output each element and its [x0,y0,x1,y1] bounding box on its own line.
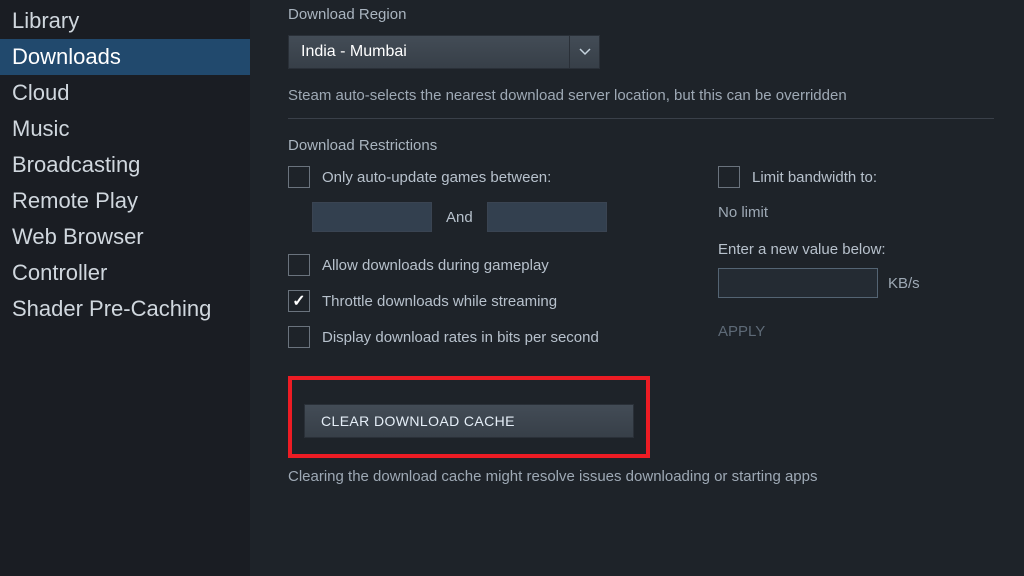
sidebar-item-downloads[interactable]: Downloads [0,39,250,75]
download-region-help: Steam auto-selects the nearest download … [288,87,1024,104]
divider [288,118,994,119]
throttle-streaming-label: Throttle downloads while streaming [322,293,557,310]
download-region-value: India - Mumbai [288,35,570,69]
highlight-annotation: CLEAR DOWNLOAD CACHE [288,376,650,458]
bandwidth-no-limit: No limit [718,204,920,221]
sidebar-item-web-browser[interactable]: Web Browser [0,219,250,255]
limit-bandwidth-label: Limit bandwidth to: [752,169,877,186]
bandwidth-unit: KB/s [888,275,920,292]
auto-update-end-time[interactable] [487,202,607,232]
clear-download-cache-button[interactable]: CLEAR DOWNLOAD CACHE [304,404,634,438]
download-region-dropdown[interactable]: India - Mumbai [288,35,600,69]
throttle-streaming-checkbox[interactable] [288,290,310,312]
bandwidth-input[interactable] [718,268,878,298]
display-bits-checkbox[interactable] [288,326,310,348]
allow-gameplay-label: Allow downloads during gameplay [322,257,549,274]
display-bits-label: Display download rates in bits per secon… [322,329,599,346]
clear-cache-help: Clearing the download cache might resolv… [288,468,1024,485]
apply-button[interactable]: APPLY [718,314,848,348]
auto-update-label: Only auto-update games between: [322,169,551,186]
sidebar-item-controller[interactable]: Controller [0,255,250,291]
allow-gameplay-checkbox[interactable] [288,254,310,276]
sidebar-item-broadcasting[interactable]: Broadcasting [0,147,250,183]
settings-sidebar: Library Downloads Cloud Music Broadcasti… [0,0,250,576]
chevron-down-icon [570,35,600,69]
and-label: And [446,209,473,226]
sidebar-item-library[interactable]: Library [0,3,250,39]
downloads-settings-panel: Download Region India - Mumbai Steam aut… [250,0,1024,576]
download-region-title: Download Region [288,6,1024,23]
download-restrictions-title: Download Restrictions [288,137,1024,154]
enter-value-label: Enter a new value below: [718,241,920,258]
limit-bandwidth-checkbox[interactable] [718,166,740,188]
sidebar-item-cloud[interactable]: Cloud [0,75,250,111]
auto-update-checkbox[interactable] [288,166,310,188]
sidebar-item-remote-play[interactable]: Remote Play [0,183,250,219]
auto-update-start-time[interactable] [312,202,432,232]
sidebar-item-shader-pre-caching[interactable]: Shader Pre-Caching [0,291,250,327]
sidebar-item-music[interactable]: Music [0,111,250,147]
